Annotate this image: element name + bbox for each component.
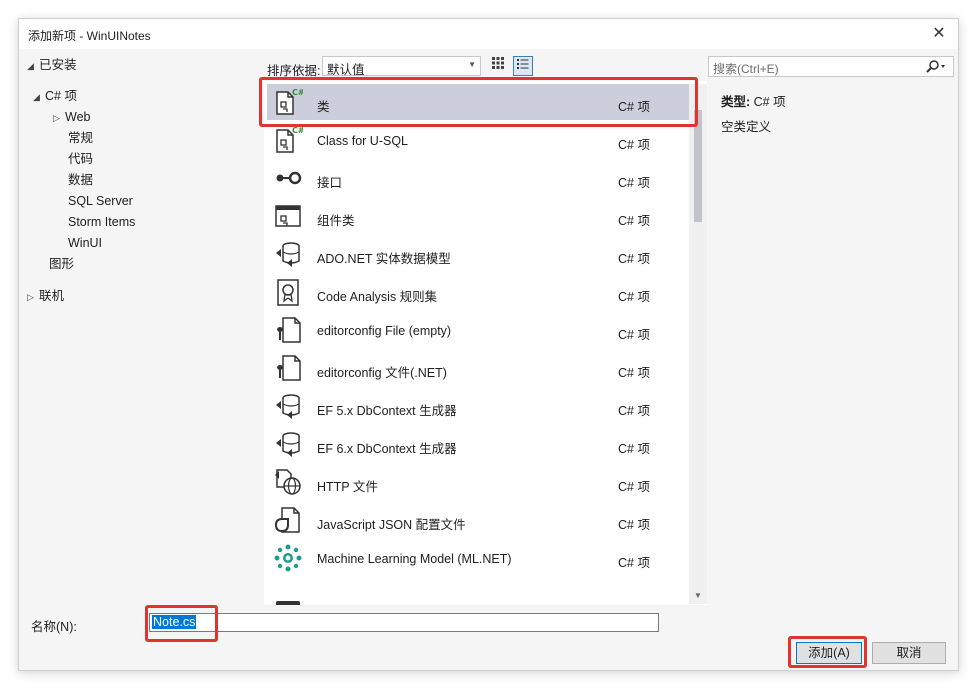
- tree-item-code[interactable]: 代码: [68, 150, 93, 169]
- template-language: C# 项: [618, 328, 650, 342]
- template-list-scrollbar[interactable]: ▼: [689, 84, 707, 604]
- template-name: Class for U-SQL: [317, 134, 408, 148]
- template-language: C# 项: [618, 366, 650, 380]
- csharp-class-icon: C#: [273, 125, 305, 155]
- template-name: editorconfig File (empty): [317, 324, 452, 338]
- name-input[interactable]: Note.cs: [149, 613, 659, 632]
- template-language: C# 项: [618, 252, 650, 266]
- template-language: C# 项: [618, 518, 650, 532]
- json-config-icon: [273, 505, 303, 535]
- template-list: C#类C# 项C#Class for U-SQLC# 项接口C# 项组件类C# …: [264, 81, 707, 605]
- cancel-button[interactable]: 取消: [872, 642, 946, 664]
- template-language: C# 项: [618, 442, 650, 456]
- collapsed-arrow-icon: ▷: [27, 292, 34, 302]
- template-name: HTTP 文件: [317, 480, 378, 494]
- tree-item-sql-server[interactable]: SQL Server: [68, 192, 133, 211]
- collapsed-arrow-icon: ▷: [53, 113, 60, 123]
- window-title: 添加新项 - WinUINotes: [28, 29, 151, 43]
- template-name: EF 5.x DbContext 生成器: [317, 404, 457, 418]
- highlight-add-button: [788, 636, 867, 668]
- tree-item-csharp[interactable]: ◢ C# 项: [33, 87, 77, 106]
- ruleset-icon: [273, 277, 303, 307]
- template-item[interactable]: ADO.NET 实体数据模型 C# 项: [264, 233, 707, 271]
- template-language: C# 项: [618, 480, 650, 494]
- tree-item-installed[interactable]: ◢ 已安装: [27, 56, 77, 75]
- list-view-icon: [517, 59, 529, 69]
- template-item[interactable]: JavaScript JSON 配置文件 C# 项: [264, 499, 707, 537]
- template-item[interactable]: 组件类 C# 项: [264, 195, 707, 233]
- name-label: 名称(N):: [31, 620, 77, 634]
- template-name: JavaScript JSON 配置文件: [317, 518, 466, 532]
- data-model-icon: [273, 239, 303, 269]
- http-file-icon: [273, 467, 303, 497]
- search-box[interactable]: 搜索(Ctrl+E): [708, 56, 954, 77]
- template-name: Code Analysis 规则集: [317, 290, 438, 304]
- scroll-down-icon[interactable]: ▼: [694, 591, 702, 600]
- sort-value: 默认值: [327, 63, 365, 77]
- grid-view-icon: [492, 57, 504, 69]
- template-language: C# 项: [618, 138, 650, 152]
- template-item[interactable]: editorconfig 文件(.NET) C# 项: [264, 347, 707, 385]
- tree-item-online[interactable]: ▷ 联机: [27, 287, 64, 306]
- template-item[interactable]: EF 6.x DbContext 生成器 C# 项: [264, 423, 707, 461]
- expanded-arrow-icon: ◢: [27, 61, 34, 71]
- search-icon[interactable]: [923, 58, 949, 76]
- data-model-icon: [273, 391, 303, 421]
- highlight-class-item: [259, 77, 698, 127]
- tree-item-general[interactable]: 常规: [68, 129, 93, 148]
- title-bar: 添加新项 - WinUINotes ✕: [19, 19, 958, 49]
- tree-item-graphics[interactable]: 图形: [49, 255, 74, 274]
- interface-icon: [273, 163, 303, 193]
- template-language: C# 项: [618, 176, 650, 190]
- list-view-button[interactable]: [513, 56, 533, 76]
- info-type-value: C# 项: [753, 95, 786, 109]
- ml-model-icon: [273, 543, 303, 573]
- info-description: 空类定义: [721, 120, 772, 134]
- template-item[interactable]: Code Analysis 规则集 C# 项: [264, 271, 707, 309]
- sort-dropdown[interactable]: 默认值 ▼: [322, 56, 481, 77]
- tree-item-web[interactable]: ▷ Web: [53, 108, 90, 127]
- template-name: Machine Learning Model (ML.NET): [317, 552, 512, 566]
- template-item[interactable]: Machine Learning Model (ML.NET) C# 项: [264, 537, 707, 575]
- tree-item-data[interactable]: 数据: [68, 171, 93, 190]
- tree-item-storm-items[interactable]: Storm Items: [68, 213, 135, 232]
- template-language: C# 项: [618, 214, 650, 228]
- template-item[interactable]: EF 5.x DbContext 生成器 C# 项: [264, 385, 707, 423]
- partial-template-item[interactable]: [276, 601, 300, 605]
- template-item[interactable]: 接口 C# 项: [264, 157, 707, 195]
- data-model-icon: [273, 429, 303, 459]
- template-name: editorconfig 文件(.NET): [317, 366, 447, 380]
- chevron-down-icon: ▼: [468, 60, 476, 69]
- expanded-arrow-icon: ◢: [33, 92, 40, 102]
- template-language: C# 项: [618, 404, 650, 418]
- template-name: 接口: [317, 176, 343, 190]
- template-name: EF 6.x DbContext 生成器: [317, 442, 457, 456]
- template-name: ADO.NET 实体数据模型: [317, 252, 451, 266]
- info-type-label: 类型:: [721, 95, 751, 109]
- template-item[interactable]: editorconfig File (empty) C# 项: [264, 309, 707, 347]
- grid-view-button[interactable]: [488, 56, 508, 76]
- close-icon[interactable]: ✕: [928, 23, 950, 45]
- search-placeholder: 搜索(Ctrl+E): [713, 62, 779, 76]
- component-class-icon: [273, 201, 303, 231]
- template-item[interactable]: HTTP 文件 C# 项: [264, 461, 707, 499]
- info-type: 类型: C# 项: [721, 91, 786, 110]
- template-language: C# 项: [618, 290, 650, 304]
- editorconfig-icon: [273, 353, 303, 383]
- template-name: 组件类: [317, 214, 355, 228]
- editorconfig-icon: [273, 315, 303, 345]
- tree-item-winui[interactable]: WinUI: [68, 234, 102, 253]
- highlight-name-field: [145, 605, 218, 642]
- svg-text:C#: C#: [292, 126, 303, 135]
- template-language: C# 项: [618, 556, 650, 570]
